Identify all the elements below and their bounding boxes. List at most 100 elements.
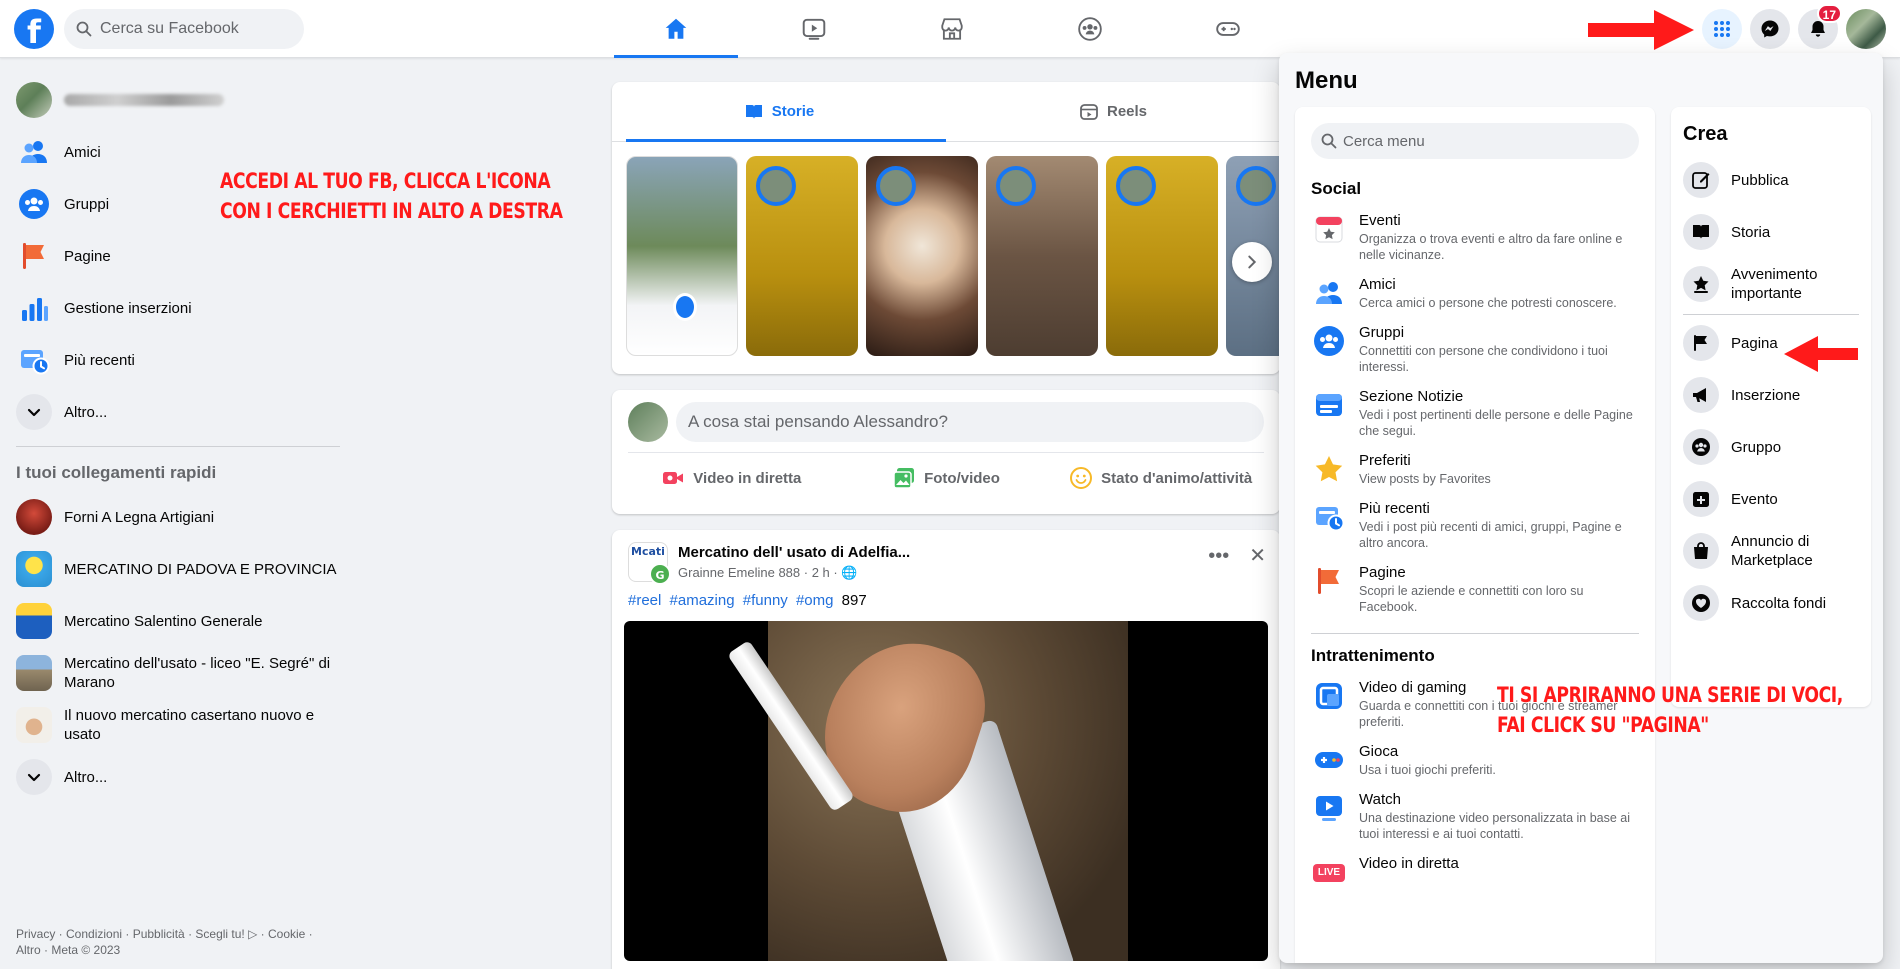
shortcut-item[interactable]: MERCATINO DI PADOVA E PROVINCIA — [8, 543, 348, 595]
menu-item-watch[interactable]: Watch Una destinazione video personalizz… — [1295, 784, 1655, 848]
shortcut-thumb-wrap — [16, 707, 52, 743]
sidebar-item-profile[interactable] — [8, 74, 348, 126]
menu-search-box[interactable] — [1311, 123, 1639, 159]
create-item-post[interactable]: Pubblica — [1671, 154, 1871, 206]
blurred-profile-name — [64, 94, 224, 106]
menu-icon-wrap — [1311, 451, 1347, 487]
post-author[interactable]: Grainne Emeline 888 — [678, 565, 800, 580]
feeling-activity-button[interactable]: Stato d'animo/attività — [1053, 457, 1268, 499]
account-avatar[interactable] — [1846, 9, 1886, 49]
edit-icon — [1692, 172, 1710, 189]
menu-icon-wrap — [1311, 211, 1347, 247]
notifications-button[interactable]: 17 — [1798, 4, 1842, 49]
tab-stories[interactable]: Storie — [612, 82, 946, 142]
create-item-marketplace-listing[interactable]: Annuncio di Marketplace — [1671, 525, 1871, 577]
live-video-button[interactable]: Video in diretta — [624, 457, 839, 499]
composer-input[interactable]: A cosa stai pensando Alessandro? — [676, 402, 1264, 442]
story-card[interactable] — [746, 156, 858, 356]
footer-links: Privacy · Condizioni · Pubblicità · Sceg… — [16, 926, 346, 958]
sidebar-item-most-recent[interactable]: Più recenti — [8, 334, 348, 386]
shortcut-item[interactable]: Forni A Legna Artigiani — [8, 491, 348, 543]
messenger-button[interactable] — [1750, 9, 1790, 49]
create-item-life-event[interactable]: Avvenimento importante — [1671, 258, 1871, 310]
menu-item-play[interactable]: Gioca Usa i tuoi giochi preferiti. — [1295, 736, 1655, 784]
menu-item-title: Gioca — [1359, 743, 1399, 760]
menu-title: Menu — [1295, 67, 1358, 94]
author-avatar-badge[interactable]: G — [649, 563, 671, 585]
menu-item-desc: Una destinazione video personalizzata in… — [1359, 811, 1631, 841]
hashtag-link[interactable]: #reel — [628, 592, 661, 609]
menu-item-title: Eventi — [1359, 212, 1401, 229]
tab-gaming[interactable] — [1166, 0, 1290, 58]
menu-grid-button[interactable] — [1702, 9, 1742, 49]
reels-icon — [1080, 103, 1098, 120]
tab-marketplace[interactable] — [890, 0, 1014, 58]
menu-icon-wrap: LIVE — [1311, 854, 1347, 890]
create-story-card[interactable] — [626, 156, 738, 356]
post-time[interactable]: 2 h — [812, 565, 830, 580]
create-item-event[interactable]: Evento — [1671, 473, 1871, 525]
live-video-icon — [663, 472, 684, 484]
hashtag-link[interactable]: #omg — [796, 592, 834, 609]
calendar-plus-icon — [1693, 492, 1709, 507]
create-item-group[interactable]: Gruppo — [1671, 421, 1871, 473]
annotation-line: CON I CERCHIETTI IN ALTO A DESTRA — [220, 199, 563, 223]
sidebar-item-ads-manager[interactable]: Gestione inserzioni — [8, 282, 348, 334]
tab-watch[interactable] — [752, 0, 876, 58]
book-icon — [1693, 225, 1709, 239]
hashtag-link[interactable]: #funny — [743, 592, 788, 609]
groups-nav-icon — [1078, 17, 1102, 41]
menu-item-favorites[interactable]: Preferiti View posts by Favorites — [1295, 445, 1655, 493]
search-input[interactable] — [100, 20, 290, 38]
red-arrow-right-icon — [1588, 10, 1694, 50]
pages-icon — [23, 243, 44, 269]
menu-item-friends[interactable]: Amici Cerca amici o persone che potresti… — [1295, 269, 1655, 317]
create-item-fundraiser[interactable]: Raccolta fondi — [1671, 577, 1871, 629]
footer-line[interactable]: Privacy · Condizioni · Pubblicità · Sceg… — [16, 926, 346, 942]
post-composer: A cosa stai pensando Alessandro? Video i… — [612, 390, 1280, 514]
shortcuts-more[interactable]: Altro... — [8, 751, 348, 803]
social-heading: Social — [1311, 179, 1362, 198]
post-group-title[interactable]: Mercatino dell' usato di Adelfia... — [678, 544, 910, 561]
story-card[interactable] — [986, 156, 1098, 356]
meta-separator: · — [803, 565, 812, 580]
stories-next-button[interactable] — [1232, 242, 1272, 282]
photo-video-button[interactable]: Foto/video — [839, 457, 1054, 499]
tab-groups[interactable] — [1028, 0, 1152, 58]
menu-item-events[interactable]: Eventi Organizza o trova eventi e altro … — [1295, 205, 1655, 269]
avatar[interactable] — [628, 402, 668, 442]
menu-item-groups[interactable]: Gruppi Connettiti con persone che condiv… — [1295, 317, 1655, 381]
create-heading: Crea — [1683, 123, 1728, 145]
menu-item-news-feed[interactable]: Sezione Notizie Vedi i post pertinenti d… — [1295, 381, 1655, 445]
sidebar-item-pages[interactable]: Pagine — [8, 230, 348, 282]
close-icon[interactable]: ✕ — [1249, 546, 1266, 566]
tab-reels[interactable]: Reels — [946, 82, 1280, 141]
most-recent-icon — [1316, 507, 1345, 532]
friends-icon — [21, 141, 47, 163]
shortcut-item[interactable]: Mercatino Salentino Generale — [8, 595, 348, 647]
sidebar-item-more[interactable]: Altro... — [8, 386, 348, 438]
calendar-icon — [1315, 216, 1343, 243]
menu-item-pages[interactable]: Pagine Scopri le aziende e connettiti co… — [1295, 557, 1655, 621]
action-label: Stato d'animo/attività — [1101, 469, 1253, 487]
ads-icon-wrap — [16, 290, 52, 326]
shortcut-item[interactable]: Mercatino dell'usato - liceo "E. Segré" … — [8, 647, 348, 699]
facebook-logo-icon[interactable]: f — [14, 9, 54, 49]
post-video[interactable] — [624, 621, 1268, 961]
more-options-icon[interactable]: ••• — [1208, 546, 1229, 566]
hashtag-link[interactable]: #amazing — [670, 592, 735, 609]
shortcut-item[interactable]: Il nuovo mercatino casertano nuovo e usa… — [8, 699, 348, 751]
create-item-label: Pagina — [1731, 334, 1778, 352]
story-card[interactable] — [866, 156, 978, 356]
tab-home[interactable] — [614, 0, 738, 58]
footer-line[interactable]: Altro · Meta © 2023 — [16, 942, 346, 958]
create-item-story[interactable]: Storia — [1671, 206, 1871, 258]
menu-item-live-video[interactable]: LIVE Video in diretta — [1295, 848, 1655, 896]
post-controls: ••• ✕ — [1208, 546, 1266, 566]
group-avatar[interactable]: Mcati G — [628, 542, 671, 585]
menu-item-most-recent[interactable]: Più recenti Vedi i post più recenti di a… — [1295, 493, 1655, 557]
menu-search-input[interactable] — [1343, 132, 1603, 150]
create-item-ad[interactable]: Inserzione — [1671, 369, 1871, 421]
story-card[interactable] — [1106, 156, 1218, 356]
search-box[interactable] — [64, 9, 304, 49]
